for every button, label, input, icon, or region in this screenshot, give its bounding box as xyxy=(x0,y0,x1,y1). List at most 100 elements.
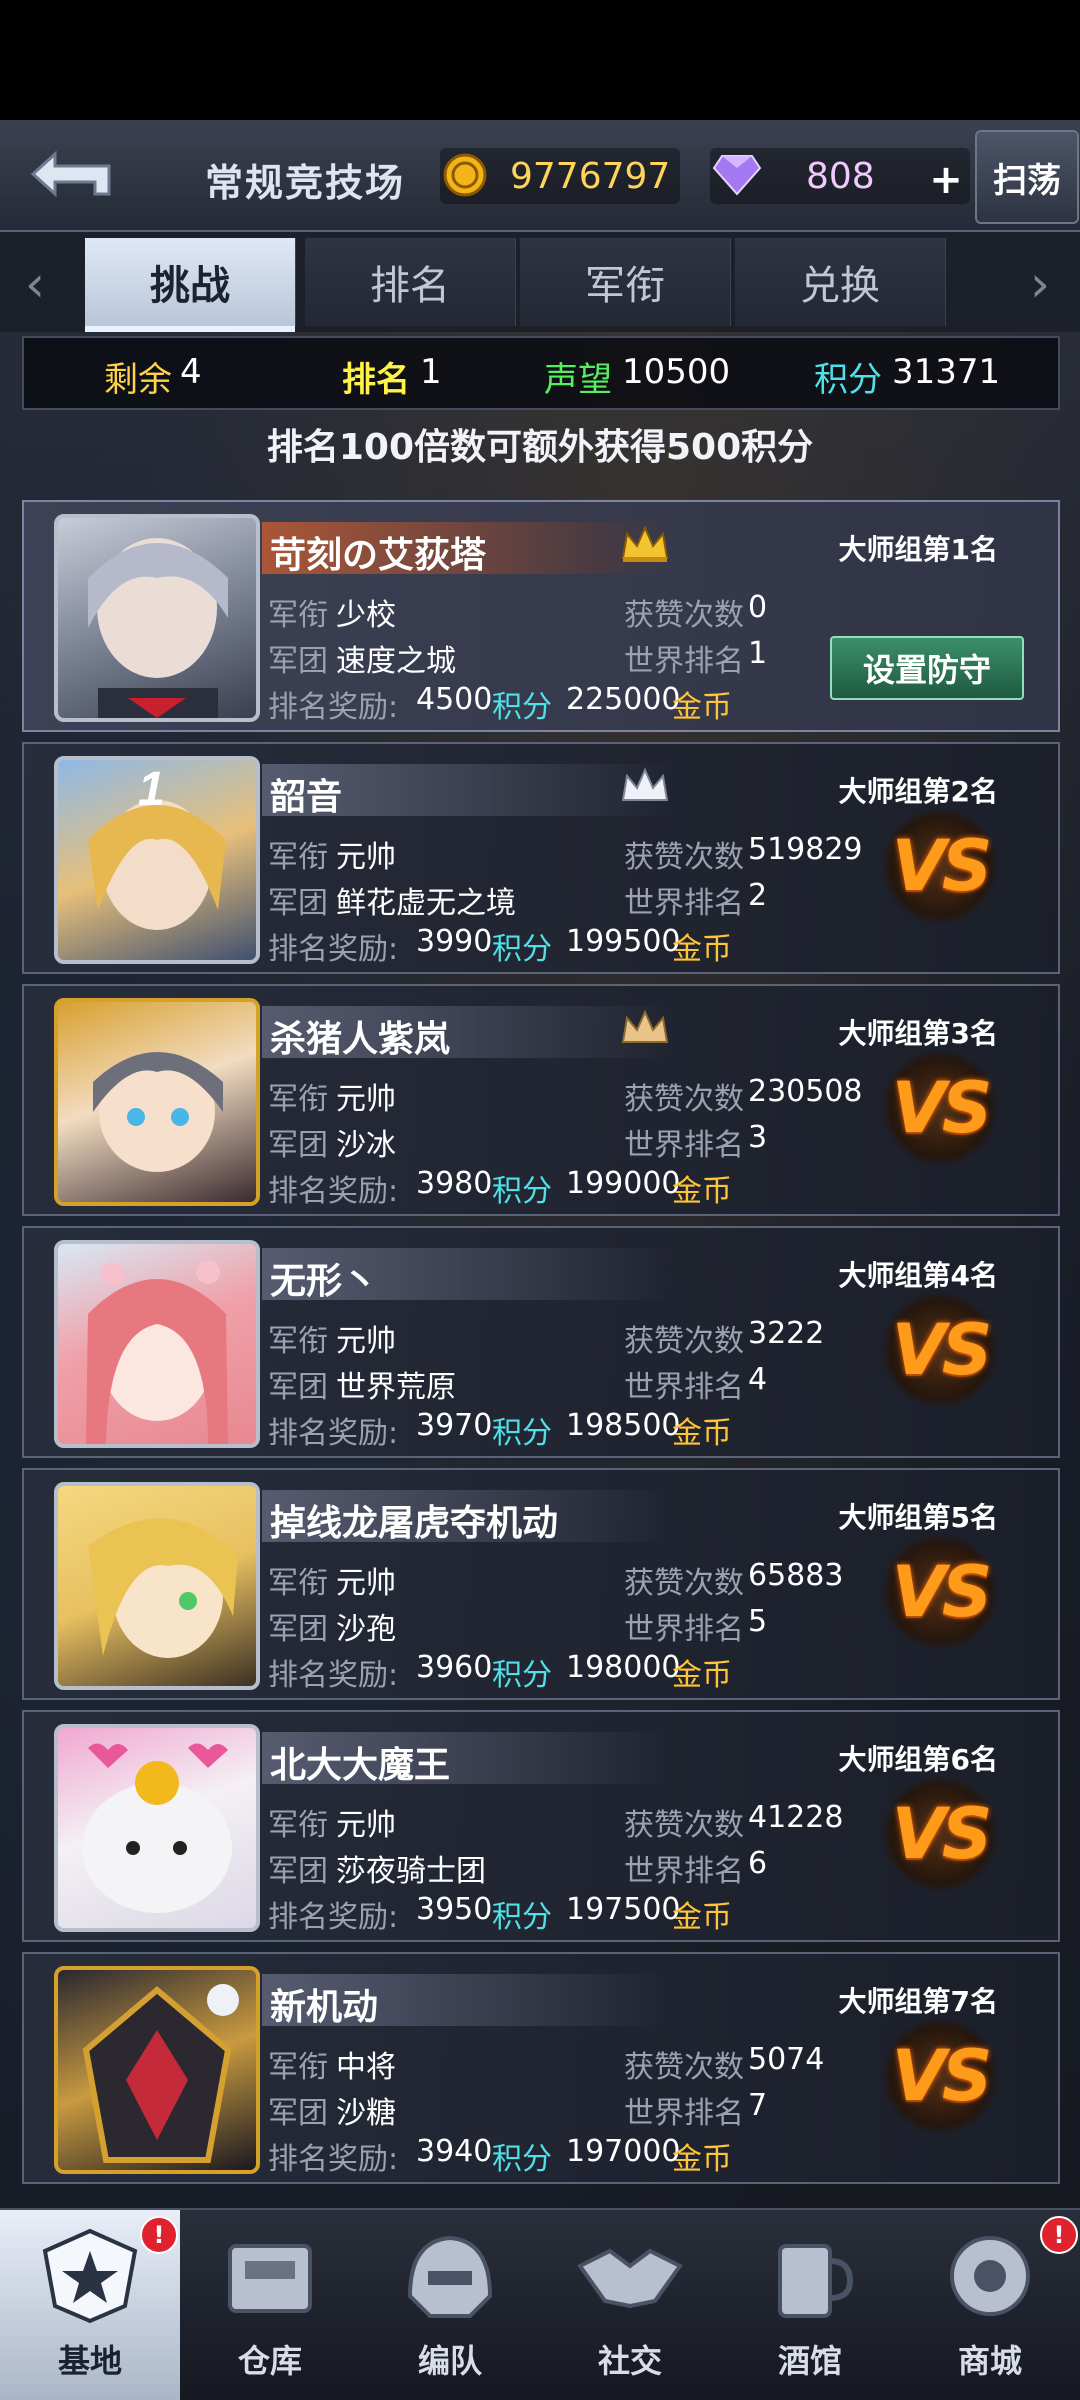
tab-exchange[interactable]: 兑换 xyxy=(735,238,946,326)
nav-warehouse[interactable]: 仓库 xyxy=(180,2210,360,2400)
remaining-label: 剩余 xyxy=(104,360,172,400)
rank-title-value: 元帅 xyxy=(336,1808,396,1843)
tab-military-rank[interactable]: 军衔 xyxy=(520,238,731,326)
world-rank-value: 4 xyxy=(748,1362,768,1397)
avatar xyxy=(54,1966,260,2174)
player-name: 韶音 xyxy=(270,777,343,818)
world-rank-value: 7 xyxy=(748,2088,768,2123)
points-unit: 积分 xyxy=(492,1900,552,1935)
challenge-vs-button[interactable]: VS xyxy=(882,1292,998,1408)
nav-label: 编队 xyxy=(417,2342,482,2380)
chevron-right-icon[interactable]: › xyxy=(1015,254,1065,314)
gold-unit: 金币 xyxy=(672,690,732,725)
svg-text:1: 1 xyxy=(138,763,165,816)
legion-value: 沙孢 xyxy=(336,1612,396,1647)
set-defense-button[interactable]: 设置防守 xyxy=(830,636,1024,700)
back-button[interactable] xyxy=(10,140,130,212)
points-unit: 积分 xyxy=(492,690,552,725)
add-gems-button[interactable]: + xyxy=(924,157,968,203)
points-unit: 积分 xyxy=(492,932,552,967)
opponent-card: 掉线龙屠虎夺机动 大师组第5名 军衔 元帅 军团 沙孢 获赞次数 65883 世… xyxy=(22,1468,1060,1700)
shop-orb-icon xyxy=(950,2236,1030,2316)
reward-points: 3970 xyxy=(416,1408,493,1443)
nav-formation[interactable]: 编队 xyxy=(360,2210,540,2400)
legion-label: 军团 xyxy=(268,1854,328,1889)
challenge-vs-button[interactable]: VS xyxy=(882,808,998,924)
likes-value: 230508 xyxy=(748,1074,863,1109)
alert-badge: ! xyxy=(1040,2216,1078,2254)
group-rank: 大师组第1名 xyxy=(838,533,998,566)
helmet-icon xyxy=(407,2235,493,2318)
challenge-vs-button[interactable]: VS xyxy=(882,2018,998,2134)
nav-label: 酒馆 xyxy=(777,2342,842,2380)
player-name: 杀猪人紫岚 xyxy=(270,1019,451,1060)
challenge-vs-button[interactable]: VS xyxy=(882,1776,998,1892)
world-rank-label: 世界排名 xyxy=(624,1854,744,1889)
player-name: 无形丶 xyxy=(270,1261,379,1302)
remaining-value: 4 xyxy=(180,352,202,392)
world-rank-label: 世界排名 xyxy=(624,1612,744,1647)
tab-ranking[interactable]: 排名 xyxy=(305,238,516,326)
world-rank-value: 1 xyxy=(748,636,768,671)
arena-screen: 常规竞技场 9776797 808 + 扫荡 ‹ 挑战 排名 军衔 兑换 › 剩… xyxy=(0,120,1080,2400)
world-rank-label: 世界排名 xyxy=(624,1128,744,1163)
avatar xyxy=(54,1240,260,1448)
nav-tavern[interactable]: 酒馆 xyxy=(720,2210,900,2400)
vs-label: VS xyxy=(891,1793,993,1875)
group-rank: 大师组第2名 xyxy=(838,775,998,808)
gold-unit: 金币 xyxy=(672,2142,732,2177)
chevron-left-icon[interactable]: ‹ xyxy=(10,254,60,314)
avatar xyxy=(54,998,260,1206)
rank-title-value: 元帅 xyxy=(336,1566,396,1601)
tab-challenge[interactable]: 挑战 xyxy=(85,238,296,332)
tab-bar: ‹ 挑战 排名 军衔 兑换 › xyxy=(0,232,1080,332)
avatar xyxy=(54,1482,260,1690)
likes-value: 5074 xyxy=(748,2042,825,2077)
group-rank: 大师组第5名 xyxy=(838,1501,998,1534)
points-unit: 积分 xyxy=(492,1416,552,1451)
reward-gold: 198000 xyxy=(566,1650,681,1685)
likes-label: 获赞次数 xyxy=(624,598,744,633)
rank-title-label: 军衔 xyxy=(268,1566,328,1601)
player-card-self: 苛刻の艾荻塔 大师组第1名 军衔 少校 军团 速度之城 获赞次数 0 世界排名 … xyxy=(22,500,1060,732)
likes-label: 获赞次数 xyxy=(624,1808,744,1843)
gold-unit: 金币 xyxy=(672,1900,732,1935)
likes-label: 获赞次数 xyxy=(624,1566,744,1601)
world-rank-value: 6 xyxy=(748,1846,768,1881)
nav-shop[interactable]: 商城 ! xyxy=(900,2210,1080,2400)
group-rank: 大师组第6名 xyxy=(838,1743,998,1776)
reward-points: 3950 xyxy=(416,1892,493,1927)
legion-value: 世界荒原 xyxy=(336,1370,456,1405)
vs-label: VS xyxy=(891,1067,993,1149)
avatar: 1 xyxy=(54,756,260,964)
rank-title-label: 军衔 xyxy=(268,1082,328,1117)
likes-label: 获赞次数 xyxy=(624,840,744,875)
legion-value: 速度之城 xyxy=(336,644,456,679)
status-bar xyxy=(0,0,1080,120)
gold-unit: 金币 xyxy=(672,932,732,967)
warehouse-icon xyxy=(228,2244,312,2313)
reward-label: 排名奖励: xyxy=(268,2142,399,2177)
legion-label: 军团 xyxy=(268,1128,328,1163)
rank-title-label: 军衔 xyxy=(268,1808,328,1843)
legion-label: 军团 xyxy=(268,1612,328,1647)
world-rank-label: 世界排名 xyxy=(624,1370,744,1405)
bottom-nav: 基地 ! 仓库 编队 社交 酒馆 商城 ! xyxy=(0,2208,1080,2400)
crown-icon xyxy=(621,1009,669,1043)
rank-title-label: 军衔 xyxy=(268,1324,328,1359)
nav-social[interactable]: 社交 xyxy=(540,2210,720,2400)
opponent-card: 1 韶音 大师组第2名 军衔 元帅 军团 鲜花虚无之境 获赞次数 519829 … xyxy=(22,742,1060,974)
reward-gold: 199000 xyxy=(566,1166,681,1201)
vs-label: VS xyxy=(891,1551,993,1633)
page-title: 常规竞技场 xyxy=(205,161,406,205)
vs-label: VS xyxy=(891,825,993,907)
prestige-value: 10500 xyxy=(622,352,731,392)
mug-icon xyxy=(778,2244,854,2318)
challenge-vs-button[interactable]: VS xyxy=(882,1050,998,1166)
handshake-icon xyxy=(577,2248,683,2309)
sweep-button[interactable]: 扫荡 xyxy=(975,130,1079,224)
nav-base[interactable]: 基地 ! xyxy=(0,2210,180,2400)
vs-label: VS xyxy=(891,2035,993,2117)
challenge-vs-button[interactable]: VS xyxy=(882,1534,998,1650)
likes-value: 0 xyxy=(748,590,768,625)
